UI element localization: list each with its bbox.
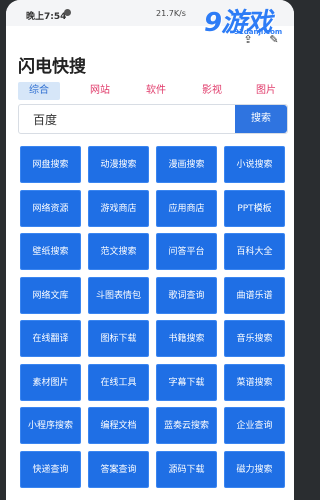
notification-dot-icon [64, 9, 71, 16]
grid-item[interactable]: 问答平台 [156, 233, 217, 270]
grid-item[interactable]: 网络资源 [20, 190, 81, 227]
grid-item[interactable]: 壁纸搜索 [20, 233, 81, 270]
tab-video[interactable]: 影视 [194, 82, 230, 100]
tab-websites[interactable]: 网站 [82, 82, 118, 100]
grid-item[interactable]: 磁力搜索 [224, 451, 285, 488]
grid-item[interactable]: 蓝奏云搜索 [156, 407, 217, 444]
grid-item[interactable]: 游戏商店 [88, 190, 149, 227]
grid-item[interactable]: 素材图片 [20, 364, 81, 401]
grid-item[interactable]: 网盘搜索 [20, 146, 81, 183]
grid-item[interactable]: 百科大全 [224, 233, 285, 270]
grid-item[interactable]: PPT模板 [224, 190, 285, 227]
grid-item[interactable]: 动漫搜索 [88, 146, 149, 183]
grid-item[interactable]: 在线工具 [88, 364, 149, 401]
page-title: 闪电快搜 [18, 57, 86, 77]
tab-images[interactable]: 图片 [248, 82, 284, 100]
network-speed: 21.7K/s [156, 9, 186, 18]
grid-item[interactable]: 书籍搜索 [156, 320, 217, 357]
grid-item[interactable]: 答案查询 [88, 451, 149, 488]
grid-item[interactable]: 企业查询 [224, 407, 285, 444]
tab-software[interactable]: 软件 [138, 82, 174, 100]
search-button[interactable]: 搜索 [235, 105, 287, 133]
grid-item[interactable]: 在线翻译 [20, 320, 81, 357]
grid-item[interactable]: 歌词查询 [156, 277, 217, 314]
grid-item[interactable]: 漫画搜索 [156, 146, 217, 183]
grid-item[interactable]: 应用商店 [156, 190, 217, 227]
share-icon[interactable]: ⇪ [242, 34, 254, 46]
tab-general[interactable]: 综合 [18, 82, 60, 100]
grid-item[interactable]: 图标下载 [88, 320, 149, 357]
grid-item[interactable]: 网络文库 [20, 277, 81, 314]
grid-item[interactable]: 小程序搜索 [20, 407, 81, 444]
grid-item[interactable]: 斗图表情包 [88, 277, 149, 314]
status-time: 晚上7:54 [26, 12, 67, 22]
search-bar: 百度 搜索 [18, 104, 288, 134]
grid-item[interactable]: 曲谱乐谱 [224, 277, 285, 314]
grid-item[interactable]: 编程文档 [88, 407, 149, 444]
search-input[interactable]: 百度 [33, 111, 57, 128]
edit-icon[interactable]: ✎ [268, 34, 280, 46]
category-tabs: 综合 网站 软件 影视 图片 [18, 82, 284, 100]
grid-item[interactable]: 字幕下载 [156, 364, 217, 401]
grid-item[interactable]: 范文搜索 [88, 233, 149, 270]
grid-item[interactable]: 快递查询 [20, 451, 81, 488]
grid-item[interactable]: 菜谱搜索 [224, 364, 285, 401]
grid-item[interactable]: 音乐搜索 [224, 320, 285, 357]
phone-screen: 晚上7:54 21.7K/s 9游戏 91danji.com ⇪ ✎ 闪电快搜 … [6, 0, 294, 500]
grid-item[interactable]: 小说搜索 [224, 146, 285, 183]
grid-item[interactable]: 源码下载 [156, 451, 217, 488]
